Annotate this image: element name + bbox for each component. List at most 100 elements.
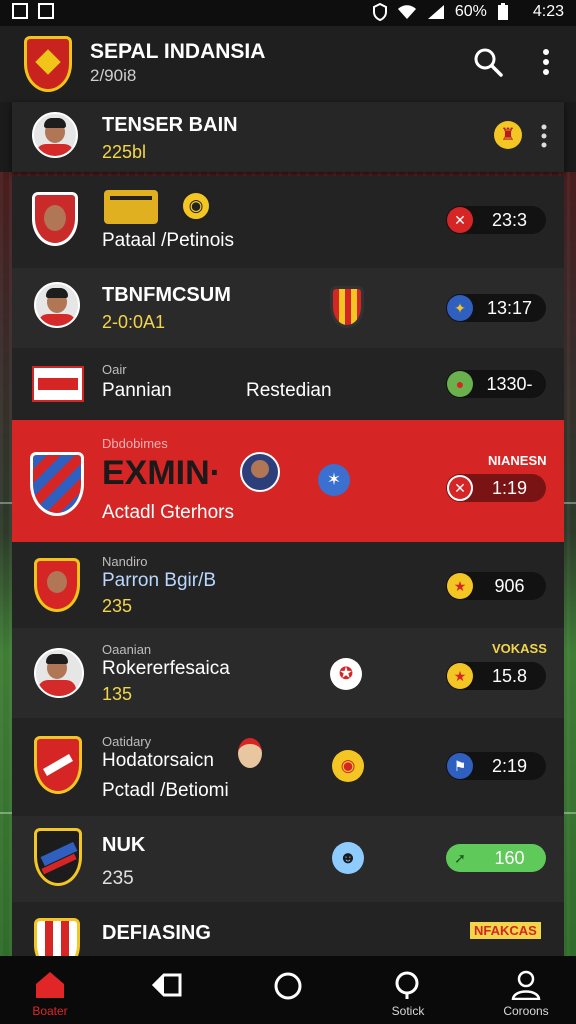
row-category: Oair xyxy=(102,362,127,377)
club-dot-icon: ● xyxy=(447,371,473,397)
status-bar: 60% 4:23 xyxy=(0,0,576,26)
club-banner-icon xyxy=(32,366,84,402)
row-category: Dbdobimes xyxy=(102,436,168,451)
score-pill: ✦ 13:17 xyxy=(446,294,546,322)
list-item[interactable]: Nandiro Parron Bgir/B 235 ★ 906 xyxy=(12,542,564,628)
nav-account-label: Coroons xyxy=(503,1004,549,1018)
club-crest-icon xyxy=(34,736,82,794)
featured-player-name: TENSER BAIN xyxy=(102,114,238,136)
badge-icon: ◉ xyxy=(332,750,364,782)
row-subtitle: Actadl Gterhors xyxy=(102,502,234,523)
club-dot-icon: ★ xyxy=(447,573,473,599)
list-item-highlighted[interactable]: Dbdobimes EXMIN· ✶ Actadl Gterhors NIANE… xyxy=(12,420,564,542)
score-value: 160 xyxy=(494,847,525,868)
player-avatar xyxy=(32,112,78,158)
club-crest-icon xyxy=(34,558,80,612)
row-value: 135 xyxy=(102,684,133,704)
row-title: NUK xyxy=(102,834,146,856)
row-value: 235 xyxy=(102,868,134,889)
back-icon xyxy=(151,973,182,997)
row-title: DEFIASING xyxy=(102,922,211,944)
row-title: Parron Bgir/B xyxy=(102,570,217,591)
score-value: 1:19 xyxy=(491,477,528,498)
score-pill: ● 1330- xyxy=(446,370,546,398)
score-value: 1330- xyxy=(486,373,533,394)
clock: 4:23 xyxy=(532,3,564,20)
score-value: 2:19 xyxy=(491,755,528,776)
list-item[interactable]: Oair Pannian Restedian ● 1330- xyxy=(12,348,564,420)
score-value: 23:3 xyxy=(491,209,528,230)
row-title: Rokererfesaica xyxy=(102,658,230,679)
battery-percent: 60% xyxy=(454,3,487,20)
row-title-secondary: Restedian xyxy=(246,380,332,401)
list-item[interactable]: DEFIASING NFAKCAS xyxy=(12,902,564,956)
shield-icon xyxy=(372,3,387,21)
club-dot-icon: ✕ xyxy=(447,207,473,233)
score-pill: ✕ 1:19 xyxy=(446,474,546,502)
app-subtitle: 2/90i8 xyxy=(90,66,137,85)
club-crest-icon xyxy=(34,918,80,956)
score-pill: ★ 15.8 xyxy=(446,662,546,690)
score-pill: ★ 906 xyxy=(446,572,546,600)
nav-search[interactable]: Sotick xyxy=(368,956,448,1024)
player-avatar xyxy=(34,648,84,698)
score-pill: ➚ 160 xyxy=(446,844,546,872)
notification-icon xyxy=(12,3,28,19)
row-title: EXMIN· xyxy=(102,454,221,492)
trophy-icon xyxy=(104,190,158,224)
nav-circle[interactable] xyxy=(248,956,328,1024)
score-value: 13:17 xyxy=(486,297,533,318)
more-options-icon[interactable] xyxy=(538,123,550,149)
mascot-icon xyxy=(238,738,262,768)
badge-icon: ◉ xyxy=(180,190,212,222)
club-badge-icon: ♜ xyxy=(494,121,522,149)
row-category: Nandiro xyxy=(102,554,148,569)
nav-home-label: Boater xyxy=(32,1004,68,1018)
notification-icon xyxy=(38,3,54,19)
row-value: 2-0:0A1 xyxy=(102,312,166,332)
row-category: Oaanian xyxy=(102,642,152,657)
status-tag: NFAKCAS xyxy=(470,922,541,939)
club-dot-icon: ★ xyxy=(447,663,473,689)
search-icon[interactable] xyxy=(472,46,504,78)
app-header: SEPAL INDANSIA 2/90i8 xyxy=(0,26,576,102)
featured-player-value: 225bl xyxy=(102,142,147,162)
more-options-icon[interactable] xyxy=(536,46,556,78)
app-title: SEPAL INDANSIA xyxy=(90,40,266,63)
battery-icon xyxy=(497,3,508,20)
list-item[interactable]: Oatidary Hodatorsaicn Pctadl /Betiomi ◉ … xyxy=(12,718,564,816)
badge-icon: ✪ xyxy=(330,658,362,690)
list-item[interactable]: NUK 235 ☻ ➚ 160 xyxy=(12,816,564,902)
search-icon xyxy=(395,971,419,999)
bottom-navigation: Boater Sotick Coroons xyxy=(0,956,576,1024)
club-dot-icon: ✕ xyxy=(447,475,473,501)
row-title: Hodatorsaicn xyxy=(102,750,214,771)
wifi-icon xyxy=(397,5,416,19)
home-icon xyxy=(36,972,64,998)
club-dot-icon: ✦ xyxy=(447,295,473,321)
arrow-icon: ➚ xyxy=(454,849,466,866)
row-value: 235 xyxy=(102,596,133,616)
player-avatar xyxy=(240,452,280,492)
nav-search-label: Sotick xyxy=(391,1004,425,1018)
list-item[interactable]: TBNFMCSUM 2-0:0A1 ✦ 13:17 xyxy=(12,268,564,348)
signal-icon xyxy=(427,5,444,19)
account-icon xyxy=(511,970,541,1000)
list-item[interactable]: ◉ Pataal /Petinois ✕ 23:3 xyxy=(12,176,564,268)
score-pill: ⚑ 2:19 xyxy=(446,752,546,780)
club-crest-icon xyxy=(30,452,84,516)
nav-account[interactable]: Coroons xyxy=(486,956,566,1024)
club-crest-logo xyxy=(24,36,72,92)
featured-player-row[interactable]: TENSER BAIN 225bl ♜ xyxy=(12,102,564,172)
row-title: Pannian xyxy=(102,380,172,401)
nav-back[interactable] xyxy=(126,956,206,1024)
status-tag: NIANESN xyxy=(488,453,547,468)
score-value: 906 xyxy=(494,575,525,596)
player-badge-icon: ☻ xyxy=(332,842,364,874)
badge-icon: ✶ xyxy=(318,464,350,496)
score-pill: ✕ 23:3 xyxy=(446,206,546,234)
nav-home[interactable]: Boater xyxy=(10,956,90,1024)
club-crest-icon xyxy=(330,286,364,328)
list-item[interactable]: Oaanian Rokererfesaica 135 ✪ VOKASS ★ 15… xyxy=(12,628,564,718)
row-title: Pataal /Petinois xyxy=(102,230,235,251)
